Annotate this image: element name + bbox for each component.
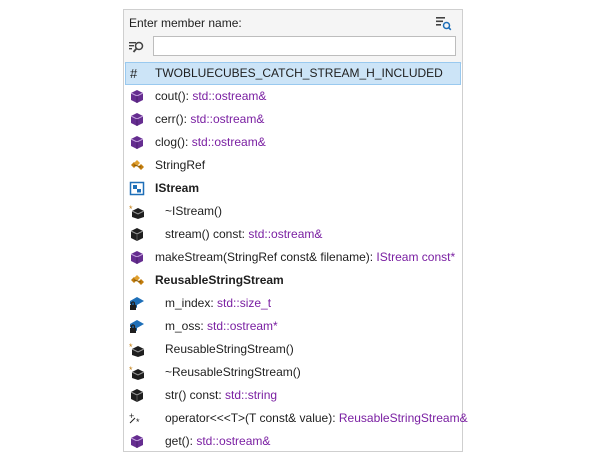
- member-name-label: Enter member name:: [129, 16, 242, 30]
- member-browser-panel: Enter member name: # TWOBLUECUBES_CATCH_…: [123, 9, 468, 453]
- list-item-m-index[interactable]: m_index: std::size_t: [125, 292, 461, 315]
- item-type: std::ostream&: [192, 89, 267, 103]
- item-name: cerr():: [155, 112, 191, 126]
- list-item-makestream[interactable]: makeStream(StringRef const& filename): I…: [125, 246, 461, 269]
- class-icon: [131, 160, 144, 170]
- function-icon: [130, 113, 144, 126]
- list-item-stringref[interactable]: StringRef: [125, 154, 461, 177]
- list-item-reusablestringstream[interactable]: ReusableStringStream: [125, 269, 461, 292]
- macro-icon: #: [130, 66, 138, 81]
- private-field-icon: [130, 320, 144, 333]
- item-name: str() const:: [165, 388, 226, 402]
- list-item-get[interactable]: get(): std::ostream&: [125, 430, 461, 453]
- item-name: ReusableStringStream: [155, 273, 284, 287]
- item-name: cout():: [155, 89, 193, 103]
- panel-header: Enter member name:: [124, 10, 462, 64]
- function-icon: [130, 90, 144, 103]
- svg-text:*: *: [136, 417, 140, 426]
- list-item-istream-destructor[interactable]: * ~IStream(): [125, 200, 461, 223]
- item-type: std::ostream&: [190, 112, 265, 126]
- svg-text:#: #: [130, 66, 138, 81]
- list-item-istream[interactable]: IStream: [125, 177, 461, 200]
- destructor-icon: *: [129, 204, 145, 219]
- operator-icon: + *: [129, 411, 140, 426]
- item-name: m_index:: [165, 296, 218, 310]
- item-type: ReusableStringStream&: [338, 411, 468, 425]
- item-type: std::ostream*: [207, 319, 278, 333]
- list-item-catch-stream-macro[interactable]: # TWOBLUECUBES_CATCH_STREAM_H_INCLUDED: [125, 62, 461, 85]
- item-type: std::size_t: [217, 296, 272, 310]
- search-icon: [129, 41, 144, 53]
- item-name: TWOBLUECUBES_CATCH_STREAM_H_INCLUDED: [155, 66, 443, 80]
- list-item-str[interactable]: str() const: std::string: [125, 384, 461, 407]
- list-item-reusablestringstream-destructor[interactable]: * ~ReusableStringStream(): [125, 361, 461, 384]
- method-icon: [130, 435, 144, 448]
- list-item-stream[interactable]: stream() const: std::ostream&: [125, 223, 461, 246]
- item-type: IStream const*: [376, 250, 456, 264]
- item-name: operator<<<T>(T const& value):: [165, 411, 339, 425]
- class-icon: [131, 275, 144, 285]
- item-name: ~IStream(): [165, 204, 223, 218]
- destructor-icon: *: [129, 365, 145, 380]
- item-name: StringRef: [155, 158, 206, 172]
- list-item-reusablestringstream-constructor[interactable]: * ReusableStringStream(): [125, 338, 461, 361]
- list-item-cout[interactable]: cout(): std::ostream&: [125, 85, 461, 108]
- function-icon: [130, 251, 144, 264]
- item-type: std::ostream&: [196, 434, 271, 448]
- interface-icon: [129, 181, 145, 196]
- item-name: IStream: [155, 181, 200, 195]
- item-name: stream() const:: [165, 227, 249, 241]
- item-name: ReusableStringStream(): [165, 342, 294, 356]
- item-name: ~ReusableStringStream(): [165, 365, 301, 379]
- member-search-input[interactable]: [153, 36, 456, 56]
- list-item-clog[interactable]: clog(): std::ostream&: [125, 131, 461, 154]
- method-icon: [130, 228, 144, 241]
- member-list[interactable]: # TWOBLUECUBES_CATCH_STREAM_H_INCLUDED c…: [125, 62, 468, 453]
- item-name: makeStream(StringRef const& filename):: [155, 250, 377, 264]
- list-item-cerr[interactable]: cerr(): std::ostream&: [125, 108, 461, 131]
- function-icon: [130, 136, 144, 149]
- item-name: clog():: [155, 135, 192, 149]
- private-field-icon: [130, 297, 144, 310]
- item-name: m_oss:: [165, 319, 208, 333]
- filter-options-icon[interactable]: [434, 14, 452, 32]
- constructor-icon: *: [129, 342, 145, 357]
- item-type: std::ostream&: [191, 135, 266, 149]
- list-item-m-oss[interactable]: m_oss: std::ostream*: [125, 315, 461, 338]
- list-item-operator-shift[interactable]: + * operator<<<T>(T const& value): Reusa…: [125, 407, 468, 430]
- item-type: std::ostream&: [248, 227, 323, 241]
- method-icon: [130, 389, 144, 402]
- item-type: std::string: [225, 388, 278, 402]
- item-name: get():: [165, 434, 197, 448]
